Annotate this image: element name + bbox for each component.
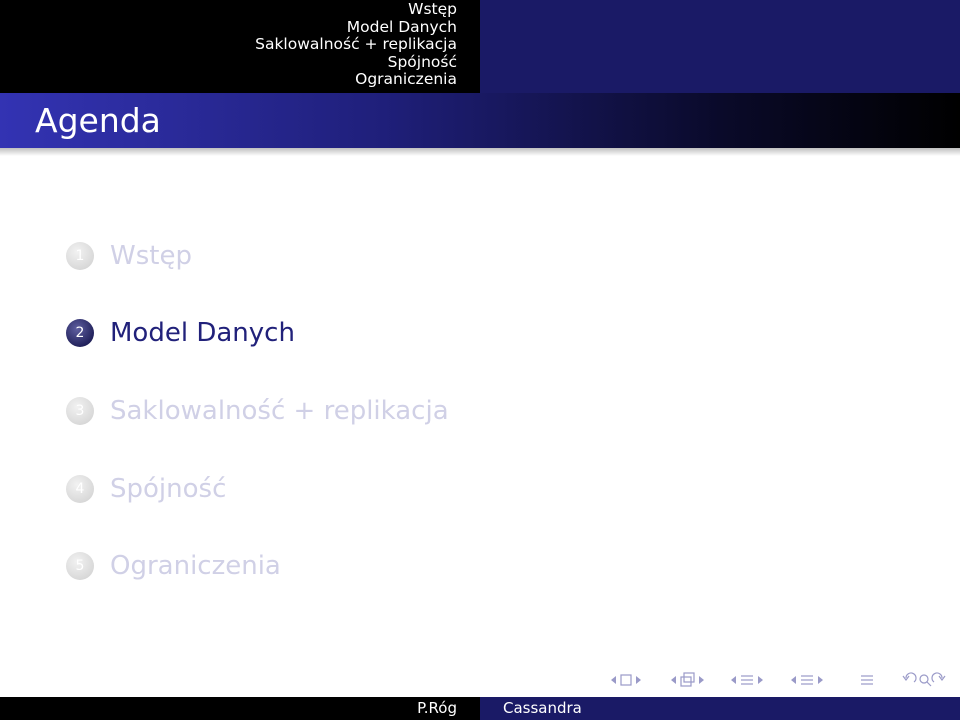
toc-item-label: Wstęp [110,241,192,271]
nav-frame-next-icon[interactable] [636,676,641,684]
toc-item-label: Spójność [110,474,227,504]
nav-subsection-prev-icon[interactable] [671,676,676,684]
nav-section-icon[interactable] [741,675,753,685]
nav-align-icon[interactable] [861,675,873,685]
toc-item-4[interactable]: 4 Spójność [66,473,226,505]
nav-section-prev-icon[interactable] [731,676,736,684]
nav-section-next-icon[interactable] [758,676,763,684]
headline-bar: Wstęp Model Danych Saklowalność + replik… [0,0,960,93]
toc-item-label: Model Danych [110,318,295,348]
section-link-model-danych[interactable]: Model Danych [347,18,457,37]
section-link-saklowalnosc[interactable]: Saklowalność + replikacja [255,36,457,54]
nav-frame-icon[interactable] [620,674,632,686]
toc-number-badge: 3 [66,397,94,425]
nav-back-icon[interactable] [902,672,917,683]
toc-item-2[interactable]: 2 Model Danych [66,317,295,349]
toc-number-badge: 1 [66,242,94,270]
nav-doc-next-icon[interactable] [818,676,823,684]
nav-frame-prev-icon[interactable] [611,676,616,684]
beamer-navigation-symbols [610,668,946,694]
nav-search-icon[interactable] [919,674,932,687]
toc-number-badge: 2 [66,319,94,347]
toc-item-3[interactable]: 3 Saklowalność + replikacja [66,395,449,427]
footline-author-panel: P.Róg [0,697,480,720]
navigation-symbols-strip [611,672,946,687]
toc-number-badge: 4 [66,475,94,503]
frame-title: Agenda [35,101,161,140]
toc-item-5[interactable]: 5 Ograniczenia [66,550,281,582]
nav-doc-icon[interactable] [801,675,813,685]
footer-author: P.Róg [417,699,457,717]
section-list: Wstęp Model Danych Saklowalność + replik… [255,0,457,89]
section-link-ograniczenia[interactable]: Ograniczenia [355,71,457,89]
toc-item-label: Ograniczenia [110,551,281,581]
section-link-spojnosc[interactable]: Spójność [388,53,457,72]
nav-forward-icon[interactable] [931,672,946,683]
nav-subsection-next-icon[interactable] [699,676,704,684]
headline-right-panel [480,0,960,93]
nav-subsection-icon[interactable] [680,672,695,687]
section-navigation: Wstęp Model Danych Saklowalność + replik… [0,0,480,93]
toc-item-1[interactable]: 1 Wstęp [66,240,192,272]
section-link-wstep[interactable]: Wstęp [408,0,457,19]
frame-title-bar: Agenda [0,93,960,148]
footline-title-panel: Cassandra [480,697,960,720]
frame-title-shadow [0,148,960,156]
footer-title: Cassandra [503,699,582,717]
toc-number-badge: 5 [66,552,94,580]
footline: P.Róg Cassandra [0,697,960,720]
toc-item-label: Saklowalność + replikacja [110,396,449,426]
nav-doc-prev-icon[interactable] [791,676,796,684]
